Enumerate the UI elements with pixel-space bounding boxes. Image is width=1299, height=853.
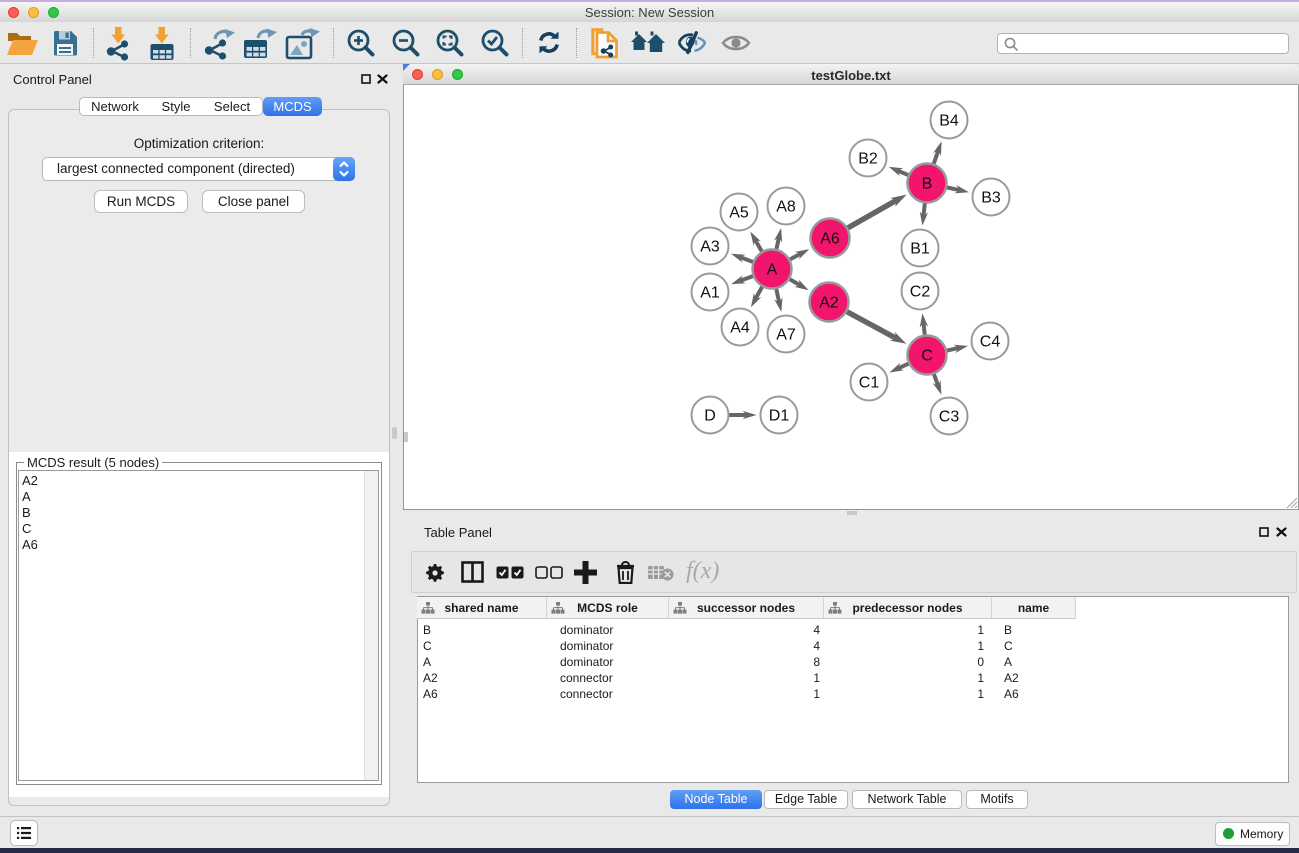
svg-text:B: B	[922, 176, 933, 193]
svg-text:A8: A8	[776, 199, 796, 216]
svg-text:A3: A3	[700, 239, 720, 256]
svg-text:B1: B1	[910, 241, 930, 258]
svg-text:A1: A1	[700, 285, 720, 302]
svg-text:B3: B3	[981, 190, 1001, 207]
svg-text:C3: C3	[939, 409, 960, 426]
svg-text:B4: B4	[939, 113, 959, 130]
svg-text:C2: C2	[910, 284, 931, 301]
svg-text:C: C	[921, 348, 933, 365]
svg-text:A2: A2	[819, 295, 839, 312]
svg-text:D1: D1	[769, 408, 790, 425]
svg-text:A6: A6	[820, 231, 840, 248]
svg-text:C1: C1	[859, 375, 880, 392]
svg-text:B2: B2	[858, 151, 878, 168]
svg-text:A: A	[767, 262, 778, 279]
svg-text:A5: A5	[729, 205, 749, 222]
svg-text:C4: C4	[980, 334, 1001, 351]
svg-text:A7: A7	[776, 327, 796, 344]
svg-text:A4: A4	[730, 320, 750, 337]
svg-text:D: D	[704, 408, 716, 425]
